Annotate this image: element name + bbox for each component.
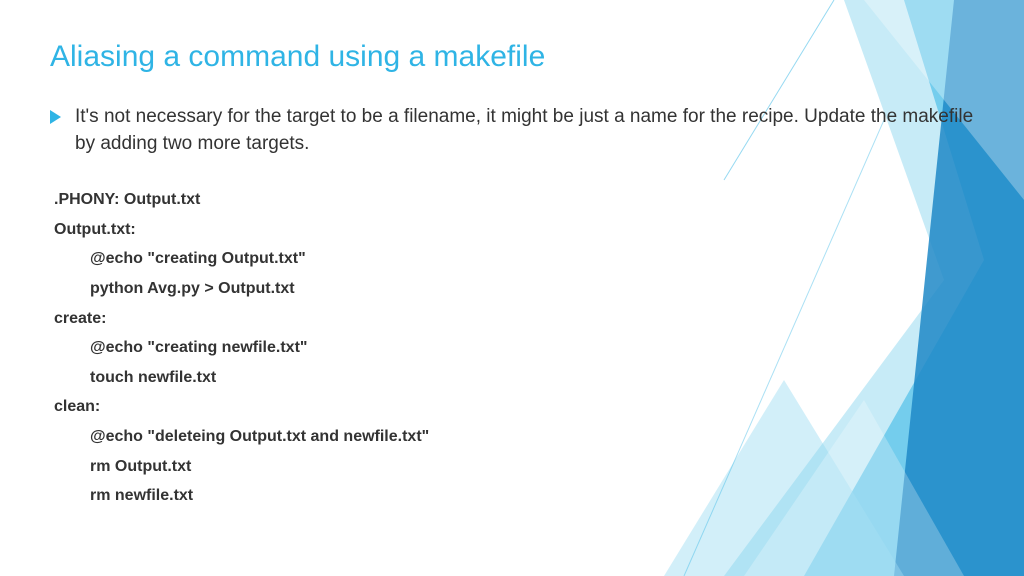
bullet-item: It's not necessary for the target to be … [50, 104, 974, 157]
slide-title: Aliasing a command using a makefile [50, 40, 974, 74]
bullet-text: It's not necessary for the target to be … [75, 104, 974, 157]
makefile-code: .PHONY: Output.txt Output.txt: @echo "cr… [50, 185, 974, 511]
code-line: rm newfile.txt [54, 481, 974, 511]
code-line: @echo "creating Output.txt" [54, 244, 974, 274]
code-line: clean: [54, 392, 974, 422]
code-line: rm Output.txt [54, 452, 974, 482]
code-line: @echo "deleteing Output.txt and newfile.… [54, 422, 974, 452]
bullet-icon [50, 110, 61, 124]
code-line: touch newfile.txt [54, 363, 974, 393]
code-line: @echo "creating newfile.txt" [54, 333, 974, 363]
code-line: create: [54, 304, 974, 334]
code-line: Output.txt: [54, 215, 974, 245]
code-line: .PHONY: Output.txt [54, 185, 974, 215]
code-line: python Avg.py > Output.txt [54, 274, 974, 304]
